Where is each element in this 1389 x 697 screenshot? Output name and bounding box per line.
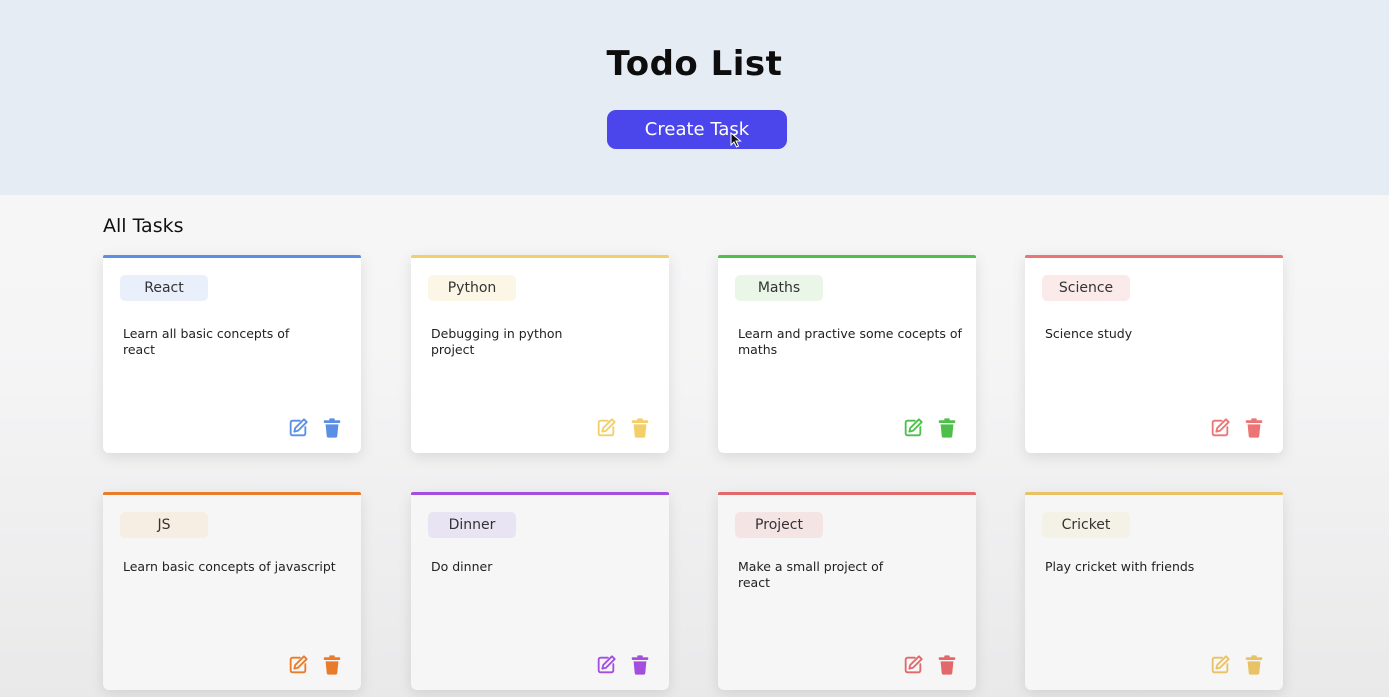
task-card: Maths Learn and practive some cocepts of …: [718, 255, 976, 453]
task-tag: JS: [120, 512, 208, 538]
edit-icon[interactable]: [595, 654, 617, 676]
task-tag: React: [120, 275, 208, 301]
task-card: React Learn all basic concepts of react: [103, 255, 361, 453]
trash-icon[interactable]: [1243, 654, 1265, 676]
task-description: Learn all basic concepts of react: [123, 326, 290, 357]
trash-icon[interactable]: [321, 654, 343, 676]
edit-icon[interactable]: [287, 654, 309, 676]
edit-icon[interactable]: [1209, 654, 1231, 676]
task-description: Make a small project of react: [738, 559, 884, 590]
task-tag: Science: [1042, 275, 1130, 301]
task-card: Cricket Play cricket with friends: [1025, 492, 1283, 690]
edit-icon[interactable]: [1209, 417, 1231, 439]
task-tag: Maths: [735, 275, 823, 301]
task-description: Play cricket with friends: [1045, 559, 1195, 574]
task-actions: [902, 654, 958, 676]
task-description: Learn basic concepts of javascript: [123, 559, 336, 574]
task-card: Dinner Do dinner: [411, 492, 669, 690]
task-tag: Project: [735, 512, 823, 538]
edit-icon[interactable]: [287, 417, 309, 439]
task-description: Science study: [1045, 326, 1133, 341]
task-card: Science Science study: [1025, 255, 1283, 453]
task-actions: [1209, 654, 1265, 676]
task-actions: [287, 417, 343, 439]
trash-icon[interactable]: [936, 417, 958, 439]
task-tag: Python: [428, 275, 516, 301]
task-actions: [1209, 417, 1265, 439]
task-description: Debugging in python project: [431, 326, 563, 357]
task-card: Project Make a small project of react: [718, 492, 976, 690]
task-description: Learn and practive some cocepts of maths: [738, 326, 962, 357]
task-card: JS Learn basic concepts of javascript: [103, 492, 361, 690]
task-tag: Dinner: [428, 512, 516, 538]
trash-icon[interactable]: [629, 654, 651, 676]
edit-icon[interactable]: [902, 417, 924, 439]
trash-icon[interactable]: [321, 417, 343, 439]
trash-icon[interactable]: [629, 417, 651, 439]
trash-icon[interactable]: [936, 654, 958, 676]
task-tag: Cricket: [1042, 512, 1130, 538]
edit-icon[interactable]: [595, 417, 617, 439]
task-grid: React Learn all basic concepts of react Py…: [0, 0, 1389, 697]
trash-icon[interactable]: [1243, 417, 1265, 439]
task-actions: [595, 417, 651, 439]
task-actions: [595, 654, 651, 676]
task-actions: [902, 417, 958, 439]
task-description: Do dinner: [431, 559, 493, 574]
task-card: Python Debugging in python project: [411, 255, 669, 453]
edit-icon[interactable]: [902, 654, 924, 676]
task-actions: [287, 654, 343, 676]
